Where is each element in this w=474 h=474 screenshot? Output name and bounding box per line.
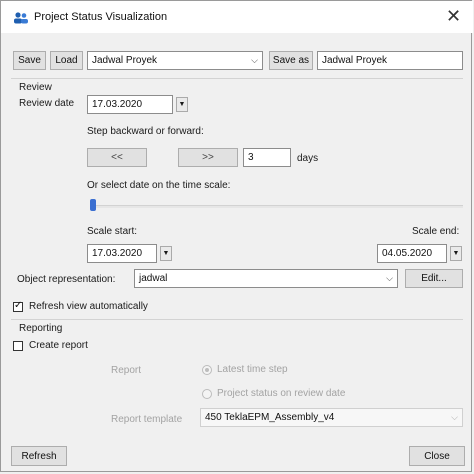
date-picker-icon[interactable]: ▼ [176,97,188,112]
save-as-input[interactable] [317,51,463,70]
timescale-slider-handle[interactable] [90,199,96,211]
close-icon[interactable]: ✕ [446,6,461,27]
scale-start-label: Scale start: [87,226,138,237]
save-button[interactable]: Save [13,51,46,70]
review-date-status-radio[interactable] [202,389,212,399]
reporting-group-divider [11,319,463,320]
settings-combo-value: Jadwal Proyek [92,55,158,66]
scale-start-picker-icon[interactable]: ▼ [160,246,172,261]
refresh-button[interactable]: Refresh [11,446,67,466]
review-group-label: Review [19,82,52,93]
chevron-down-icon: ⌵ [386,273,393,283]
report-label: Report [111,365,142,376]
latest-time-step-radio[interactable] [202,365,212,375]
review-group-divider [11,78,463,79]
project-status-dialog: Project Status Visualization ✕ Save Load… [0,0,473,472]
save-as-button[interactable]: Save as [269,51,313,70]
chevron-down-icon: ⌵ [451,412,458,422]
close-button[interactable]: Close [409,446,465,466]
refresh-auto-checkbox[interactable] [13,300,23,312]
refresh-auto-label: Refresh view automatically [29,301,148,312]
review-date-input[interactable] [87,95,173,114]
title-bar: Project Status Visualization ✕ [1,1,473,33]
step-forward-button[interactable]: >> [178,148,238,167]
scale-end-label: Scale end: [412,226,460,237]
scale-start-input[interactable] [87,244,157,263]
create-report-checkbox[interactable] [13,341,23,351]
latest-time-step-label: Latest time step [217,364,288,375]
object-representation-value: jadwal [139,273,168,284]
step-back-button[interactable]: << [87,148,147,167]
object-representation-label: Object representation: [17,274,116,285]
scale-end-picker-icon[interactable]: ▼ [450,246,462,261]
step-unit-label: days [297,153,319,164]
timescale-label: Or select date on the time scale: [87,180,231,191]
step-label: Step backward or forward: [87,126,204,137]
review-date-status-label: Project status on review date [217,388,346,399]
object-representation-combo[interactable]: jadwal ⌵ [134,269,398,288]
report-template-value: 450 TeklaEPM_Assembly_v4 [205,412,335,423]
timescale-slider-track[interactable] [93,205,463,208]
step-days-input[interactable] [243,148,291,167]
people-icon [14,12,28,24]
settings-combo[interactable]: Jadwal Proyek ⌵ [87,51,263,70]
reporting-group-label: Reporting [19,323,63,334]
review-date-label: Review date [19,98,75,109]
edit-button[interactable]: Edit... [405,269,463,288]
window-title: Project Status Visualization [34,11,168,23]
report-template-label: Report template [111,414,183,425]
load-button[interactable]: Load [50,51,83,70]
create-report-label: Create report [29,340,88,351]
chevron-down-icon: ⌵ [251,55,258,65]
scale-end-input[interactable] [377,244,447,263]
report-template-combo[interactable]: 450 TeklaEPM_Assembly_v4 ⌵ [200,408,463,427]
